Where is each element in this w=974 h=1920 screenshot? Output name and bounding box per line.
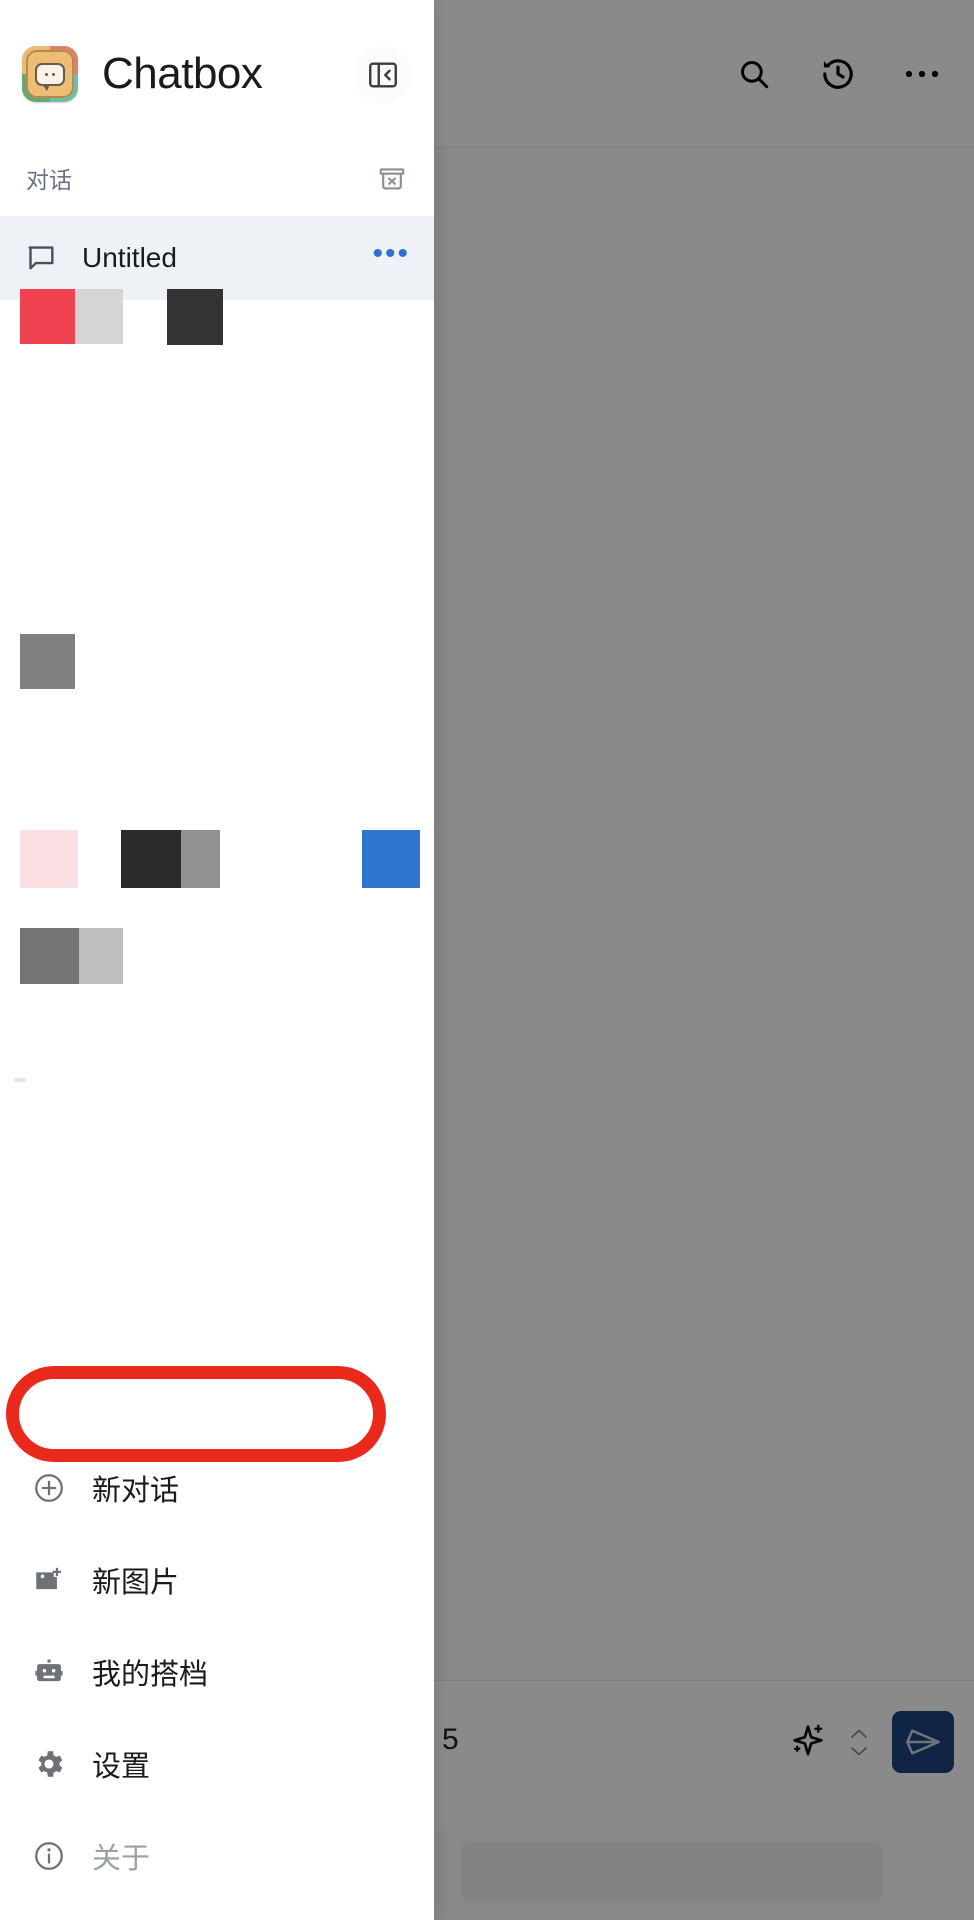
chat-input-bar[interactable]: 5	[434, 1680, 974, 1830]
redacted-block	[75, 289, 123, 344]
chat-bubble-icon	[24, 241, 68, 275]
redacted-block	[79, 928, 123, 984]
nav-item-my-partner[interactable]: 我的搭档	[0, 1626, 434, 1718]
redacted-block	[20, 289, 75, 344]
redacted-content-region	[0, 289, 434, 1090]
more-options-icon[interactable]	[900, 52, 944, 96]
gear-settings-icon	[28, 1747, 70, 1781]
redacted-block	[20, 830, 78, 888]
chatbox-app-logo	[22, 46, 78, 102]
history-clock-icon[interactable]	[816, 52, 860, 96]
search-icon[interactable]	[732, 52, 776, 96]
redacted-block	[20, 928, 79, 984]
conversations-section-header: 对话	[0, 148, 434, 208]
redacted-block	[181, 830, 220, 888]
chat-bottom-strip	[434, 1830, 974, 1920]
nav-label-new-chat: 新对话	[92, 1475, 180, 1507]
redacted-block	[362, 830, 420, 888]
nav-item-new-chat[interactable]: 新对话	[0, 1442, 434, 1534]
navigation-drawer: Chatbox 对话 Untitled ••• 新对话 新图片 我的搭档 设置 …	[0, 0, 434, 1920]
chevron-up-down-icon[interactable]	[846, 1716, 872, 1768]
send-paper-plane-icon[interactable]	[892, 1711, 954, 1773]
conversation-item-untitled[interactable]: Untitled •••	[0, 216, 434, 300]
redacted-block	[121, 830, 181, 888]
nav-item-settings[interactable]: 设置	[0, 1718, 434, 1810]
plus-circle-icon	[28, 1471, 70, 1505]
chat-input-actions	[782, 1711, 954, 1773]
drawer-bottom-nav: 新对话 新图片 我的搭档 设置 关于	[0, 1442, 434, 1920]
robot-partner-icon	[28, 1655, 70, 1689]
chat-input-text: 5	[442, 1723, 460, 1756]
nav-label-settings: 设置	[92, 1751, 151, 1783]
redacted-block	[167, 289, 223, 345]
list-divider-stub	[14, 1078, 26, 1082]
nav-item-about[interactable]: 关于	[0, 1810, 434, 1902]
redacted-block	[20, 634, 75, 689]
info-circle-icon	[28, 1839, 70, 1873]
chat-topbar	[434, 0, 974, 148]
drawer-header: Chatbox	[0, 0, 434, 148]
app-title: Chatbox	[102, 49, 263, 98]
nav-label-my-partner: 我的搭档	[92, 1659, 209, 1691]
conversations-section-title: 对话	[26, 167, 72, 193]
chat-bottom-panel	[462, 1842, 882, 1900]
nav-label-new-image: 新图片	[92, 1567, 180, 1599]
conversation-list: Untitled •••	[0, 216, 434, 300]
conversation-more-icon[interactable]: •••	[372, 238, 410, 271]
conversation-title: Untitled	[82, 242, 177, 273]
ai-sparkle-icon[interactable]	[782, 1716, 834, 1768]
nav-label-about: 关于	[92, 1843, 151, 1875]
chat-message-area	[434, 149, 974, 1680]
chat-pane: 5	[434, 0, 974, 1920]
image-plus-icon	[28, 1563, 70, 1597]
trash-delete-icon[interactable]	[376, 162, 408, 194]
panel-collapse-left-icon[interactable]	[354, 46, 412, 104]
nav-item-new-image[interactable]: 新图片	[0, 1534, 434, 1626]
